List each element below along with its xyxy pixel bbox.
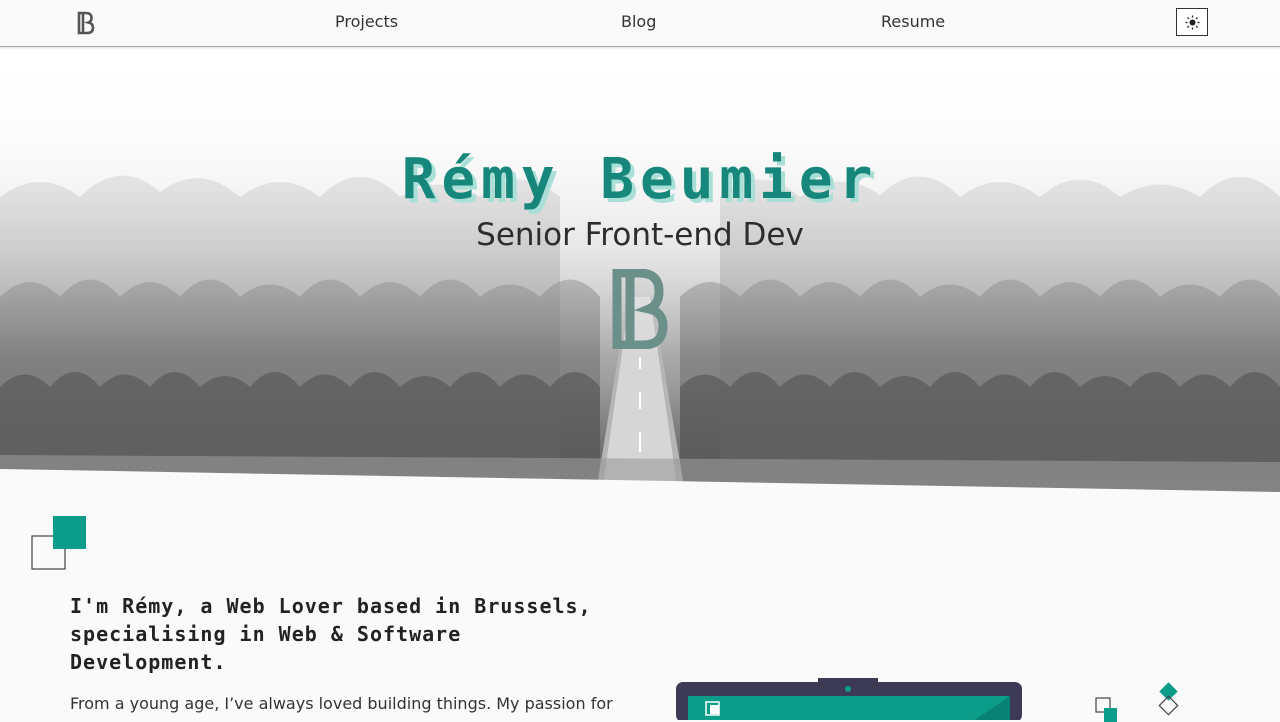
intro-paragraph: From a young age, I’ve always loved buil… [70,694,613,713]
theme-toggle-button[interactable] [1176,8,1208,36]
intro-section: I'm Rémy, a Web Lover based in Brussels,… [0,492,1280,722]
sun-icon [1185,15,1200,30]
decorative-squares [31,516,86,570]
top-nav: Projects Blog Resume [0,0,1280,47]
nav-link-blog[interactable]: Blog [621,12,656,31]
hero-title: Rémy Beumier [401,147,879,212]
intro-heading: I'm Rémy, a Web Lover based in Brussels,… [70,594,592,674]
laptop-illustration [676,678,1022,720]
nav-link-projects[interactable]: Projects [335,12,398,31]
hero-section: Rémy Beumier Senior Front-end Dev [0,47,1280,492]
hero-subtitle: Senior Front-end Dev [476,217,804,253]
decorative-shapes [1095,682,1179,722]
nav-link-resume[interactable]: Resume [881,12,945,31]
rb-monogram-icon[interactable] [76,11,96,35]
rb-monogram-icon [612,269,668,349]
